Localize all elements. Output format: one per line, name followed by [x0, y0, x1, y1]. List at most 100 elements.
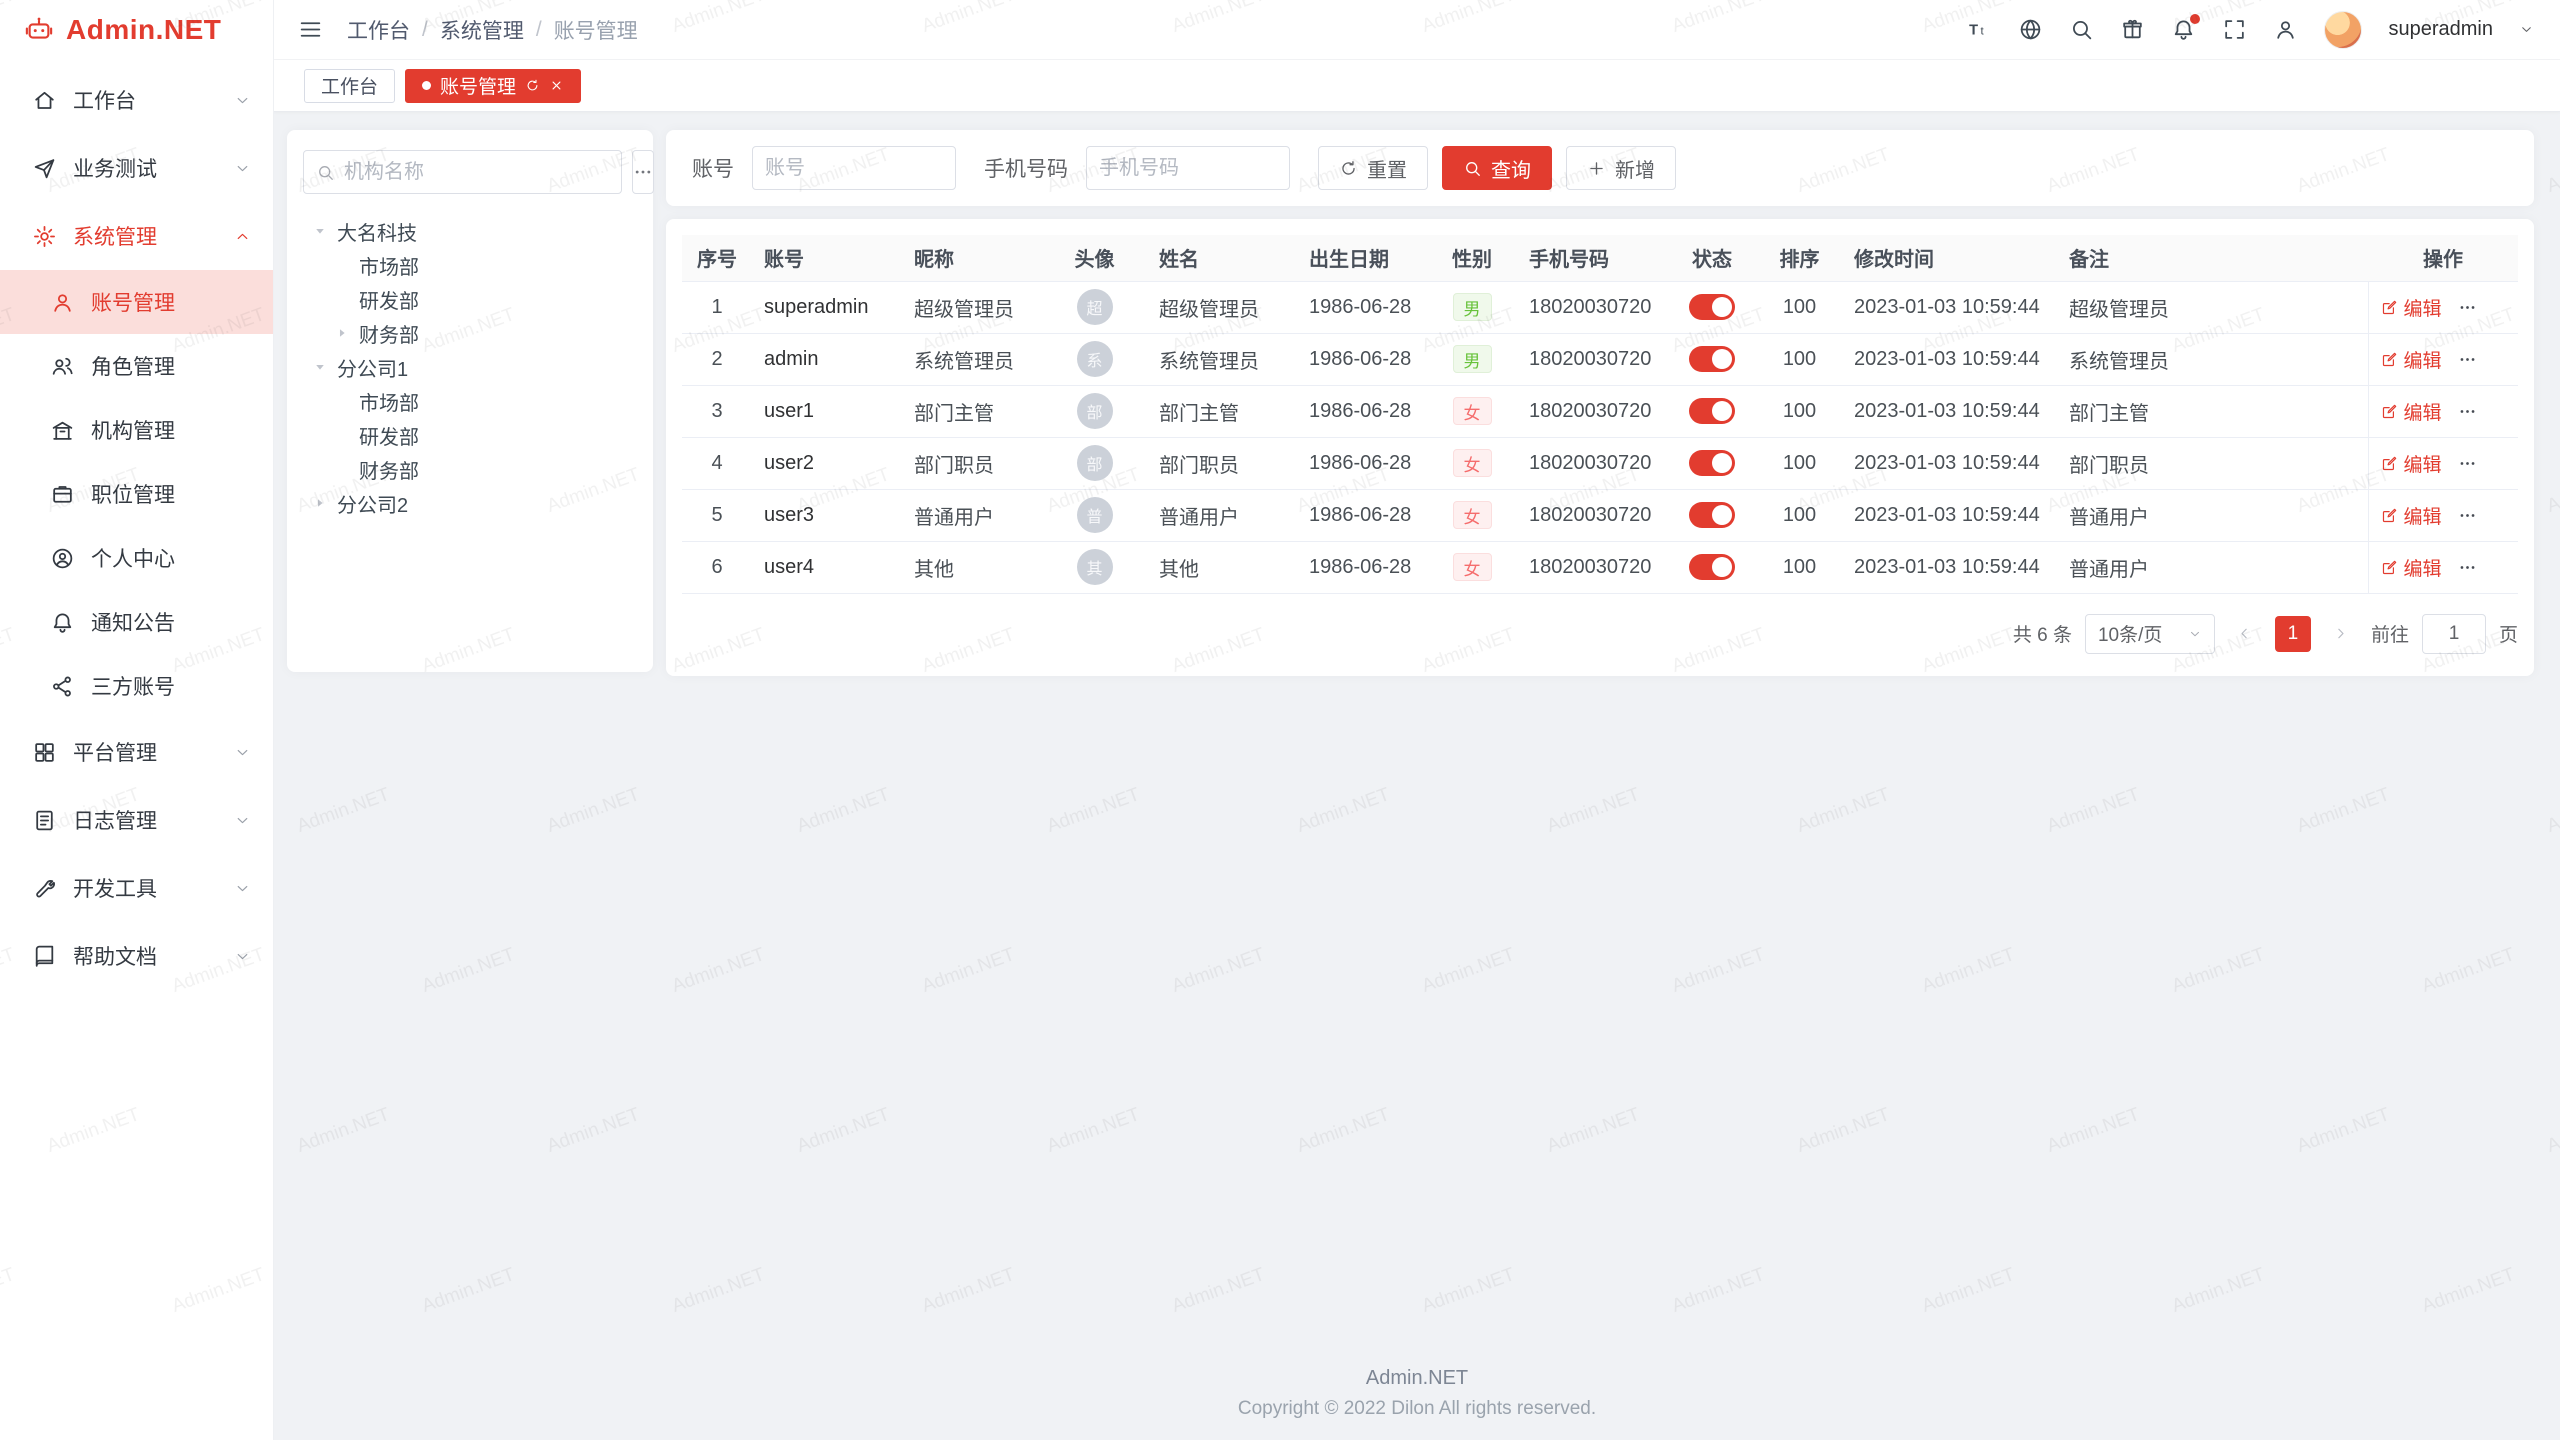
pagination-total: 共 6 条 [2013, 620, 2072, 647]
close-icon[interactable] [549, 78, 564, 93]
column-header-10: 修改时间 [1842, 235, 2057, 281]
reset-button[interactable]: 重置 [1318, 146, 1428, 190]
gender-tag: 女 [1453, 449, 1492, 477]
search-icon[interactable] [2069, 17, 2094, 42]
row-more-button[interactable] [2458, 454, 2477, 473]
cell-avatar: 系 [1042, 333, 1147, 385]
tree-node[interactable]: 研发部 [303, 282, 637, 316]
tree-node[interactable]: 分公司2 [303, 486, 637, 520]
cell-sort: 100 [1757, 437, 1842, 489]
status-toggle[interactable] [1689, 554, 1735, 580]
next-page-button[interactable] [2324, 617, 2358, 651]
cell-name: 普通用户 [1147, 489, 1297, 541]
tree-node[interactable]: 大名科技 [303, 214, 637, 248]
gear-icon [32, 224, 57, 249]
tree-node[interactable]: 财务部 [303, 316, 637, 350]
cell-status [1667, 281, 1757, 333]
content-area: 大名科技市场部研发部财务部分公司1市场部研发部财务部分公司2 账号 手机号码 重 [274, 112, 2560, 1440]
sidebar-item-13[interactable]: 帮助文档 [0, 922, 273, 990]
sidebar-item-6[interactable]: 职位管理 [0, 462, 273, 526]
robot-logo-icon [24, 15, 54, 45]
cell-name: 超级管理员 [1147, 281, 1297, 333]
filter-bar: 账号 手机号码 重置 查询 [666, 130, 2534, 206]
cell-sort: 100 [1757, 333, 1842, 385]
row-more-button[interactable] [2458, 350, 2477, 369]
row-more-button[interactable] [2458, 402, 2477, 421]
cell-operations: 编辑 [2368, 489, 2518, 541]
tree-node[interactable]: 研发部 [303, 418, 637, 452]
phone-filter-input[interactable] [1099, 157, 1277, 180]
font-size-icon[interactable]: Tt [1967, 17, 1992, 42]
org-tree: 大名科技市场部研发部财务部分公司1市场部研发部财务部分公司2 [303, 214, 637, 520]
sidebar-item-8[interactable]: 通知公告 [0, 590, 273, 654]
sidebar-item-10[interactable]: 平台管理 [0, 718, 273, 786]
table-row: 3user1部门主管部部门主管1986-06-28女18020030720100… [682, 385, 2518, 437]
sidebar-item-5[interactable]: 机构管理 [0, 398, 273, 462]
locale-icon[interactable] [2018, 17, 2043, 42]
caret-down-icon [309, 224, 331, 238]
edit-button[interactable]: 编辑 [2381, 398, 2442, 425]
tab-account-management[interactable]: 账号管理 [405, 69, 581, 103]
sidebar-item-2[interactable]: 系统管理 [0, 202, 273, 270]
edit-button[interactable]: 编辑 [2381, 502, 2442, 529]
sidebar-item-7[interactable]: 个人中心 [0, 526, 273, 590]
tabbar: 工作台 账号管理 [274, 60, 2560, 112]
theme-icon[interactable] [2120, 17, 2145, 42]
row-more-button[interactable] [2458, 506, 2477, 525]
sidebar-item-9[interactable]: 三方账号 [0, 654, 273, 718]
tree-node[interactable]: 分公司1 [303, 350, 637, 384]
sidebar-item-12[interactable]: 开发工具 [0, 854, 273, 922]
cell-gender: 男 [1427, 333, 1517, 385]
toggle-knob [1712, 297, 1732, 317]
plus-icon [1587, 159, 1606, 178]
cell-birthdate: 1986-06-28 [1297, 333, 1427, 385]
sidebar-item-4[interactable]: 角色管理 [0, 334, 273, 398]
add-button[interactable]: 新增 [1566, 146, 1676, 190]
status-toggle[interactable] [1689, 398, 1735, 424]
row-more-button[interactable] [2458, 298, 2477, 317]
edit-button[interactable]: 编辑 [2381, 450, 2442, 477]
page-number-button[interactable]: 1 [2275, 616, 2311, 652]
sidebar-item-label: 角色管理 [91, 351, 251, 381]
cell-operations: 编辑 [2368, 333, 2518, 385]
query-button[interactable]: 查询 [1442, 146, 1552, 190]
page-size-select[interactable]: 10条/页 [2085, 614, 2215, 654]
notification-bell-icon[interactable] [2171, 17, 2196, 42]
user-icon[interactable] [2273, 17, 2298, 42]
goto-page-input[interactable] [2422, 614, 2486, 654]
prev-page-button[interactable] [2228, 617, 2262, 651]
fullscreen-icon[interactable] [2222, 17, 2247, 42]
cell-operations: 编辑 [2368, 385, 2518, 437]
org-search-input[interactable] [344, 161, 609, 184]
status-toggle[interactable] [1689, 294, 1735, 320]
sidebar-item-0[interactable]: 工作台 [0, 66, 273, 134]
sidebar-item-1[interactable]: 业务测试 [0, 134, 273, 202]
edit-button[interactable]: 编辑 [2381, 554, 2442, 581]
status-toggle[interactable] [1689, 450, 1735, 476]
status-toggle[interactable] [1689, 502, 1735, 528]
user-avatar[interactable] [2324, 11, 2362, 49]
breadcrumb-item-system[interactable]: 系统管理 [440, 15, 524, 45]
sidebar-item-11[interactable]: 日志管理 [0, 786, 273, 854]
edit-button[interactable]: 编辑 [2381, 346, 2442, 373]
breadcrumb-item-workbench[interactable]: 工作台 [347, 15, 410, 45]
status-toggle[interactable] [1689, 346, 1735, 372]
org-more-button[interactable] [632, 150, 654, 194]
sidebar-item-3[interactable]: 账号管理 [0, 270, 273, 334]
app-logo[interactable]: Admin.NET [0, 0, 273, 60]
edit-button[interactable]: 编辑 [2381, 294, 2442, 321]
cell-status [1667, 437, 1757, 489]
row-avatar: 普 [1077, 497, 1113, 533]
tree-node[interactable]: 市场部 [303, 384, 637, 418]
chevron-down-icon[interactable] [2519, 22, 2534, 37]
refresh-icon[interactable] [525, 78, 540, 93]
row-more-button[interactable] [2458, 558, 2477, 577]
account-filter-input[interactable] [765, 157, 943, 180]
cell-remark: 部门职员 [2057, 437, 2368, 489]
tree-node[interactable]: 财务部 [303, 452, 637, 486]
menu-fold-icon[interactable] [298, 17, 323, 42]
tab-workbench[interactable]: 工作台 [304, 69, 395, 103]
username[interactable]: superadmin [2388, 18, 2493, 41]
refresh-icon [1339, 159, 1358, 178]
tree-node[interactable]: 市场部 [303, 248, 637, 282]
